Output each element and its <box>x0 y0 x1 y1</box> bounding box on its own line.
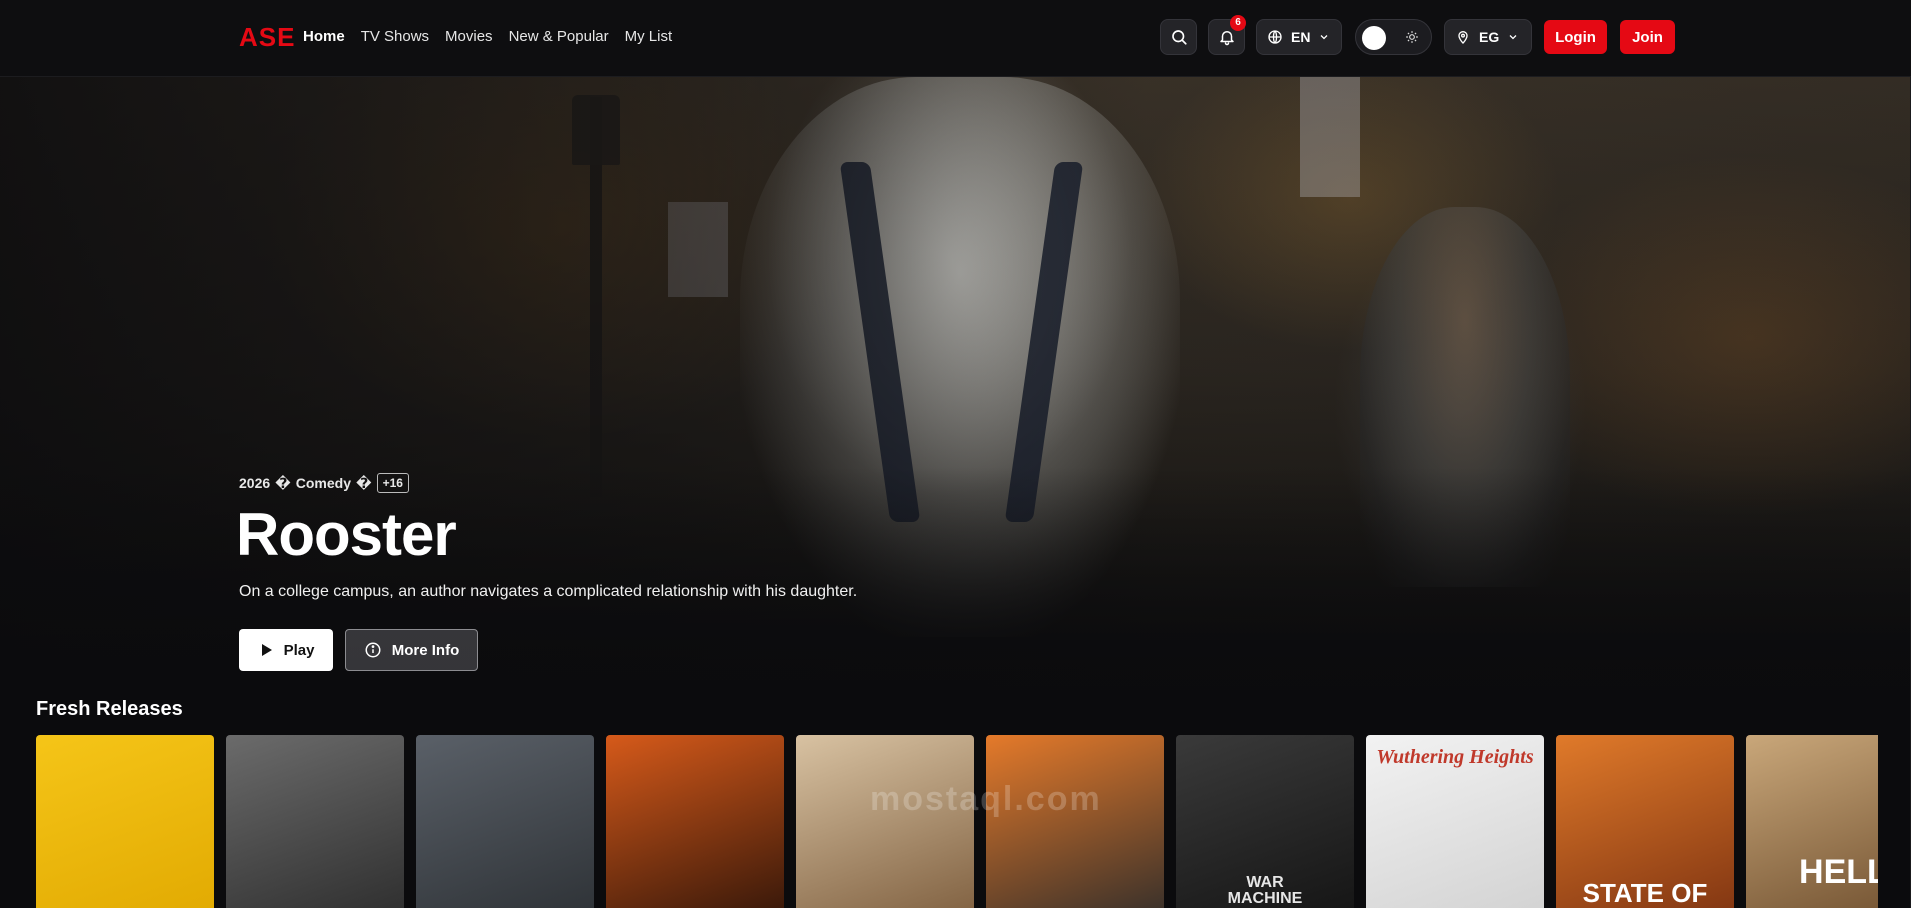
region-select[interactable]: EG <box>1444 19 1532 55</box>
notifications-button[interactable]: 6 <box>1208 15 1246 55</box>
play-icon <box>261 644 272 656</box>
search-button[interactable] <box>1160 19 1197 55</box>
poster-title: STATE OF <box>1582 878 1708 908</box>
movie-poster-card[interactable]: HELLFI <box>1746 735 1878 908</box>
hero-separator: � <box>275 474 291 491</box>
bell-icon <box>1219 31 1234 46</box>
globe-icon <box>1268 30 1282 44</box>
age-rating-badge: +16 <box>376 473 409 493</box>
chevron-down-icon <box>1321 35 1328 40</box>
movie-poster-card[interactable]: WAR MACHINE <box>1176 735 1354 908</box>
language-value: EN <box>1291 29 1311 45</box>
play-button-label: Play <box>283 641 315 659</box>
brand-logo[interactable]: ASE <box>239 21 295 53</box>
movie-poster-card[interactable] <box>416 735 594 908</box>
poster-title: HELLFI <box>1799 853 1878 891</box>
movie-poster-card[interactable] <box>796 735 974 908</box>
hero-title: Rooster <box>236 501 457 568</box>
watermark: mostaql.com <box>870 780 1102 818</box>
nav-link-movies[interactable]: Movies <box>445 26 493 48</box>
movie-poster-card[interactable] <box>36 735 214 908</box>
main-nav: Home TV Shows Movies New & Popular My Li… <box>303 26 688 48</box>
chevron-down-icon <box>1509 35 1517 40</box>
toggle-knob <box>1362 26 1386 50</box>
nav-link-tv-shows[interactable]: TV Shows <box>361 26 429 48</box>
nav-link-my-list[interactable]: My List <box>625 26 673 48</box>
theme-toggle[interactable] <box>1355 19 1432 55</box>
more-info-button-label: More Info <box>391 641 460 659</box>
movie-poster-card[interactable]: Wuthering Heights <box>1366 735 1544 908</box>
movie-poster-card[interactable]: STATE OF <box>1556 735 1734 908</box>
info-icon <box>365 642 381 658</box>
region-value: EG <box>1479 29 1500 45</box>
movie-poster-card[interactable] <box>606 735 784 908</box>
hero-year: 2026 <box>239 475 271 491</box>
movie-poster-card[interactable] <box>226 735 404 908</box>
play-button[interactable]: Play <box>239 629 333 671</box>
map-pin-icon <box>1458 31 1468 44</box>
join-button[interactable]: Join <box>1620 20 1675 54</box>
fresh-releases-row: WAR MACHINE Wuthering Heights STATE OF HELL… <box>36 735 1878 908</box>
top-navbar: ASE Home TV Shows Movies New & Popular M… <box>0 0 1911 77</box>
nav-link-new-popular[interactable]: New & Popular <box>509 26 609 48</box>
hero-separator: � <box>355 474 372 491</box>
language-select[interactable]: EN <box>1256 19 1342 55</box>
login-button[interactable]: Login <box>1544 20 1607 54</box>
sun-icon <box>1406 31 1418 43</box>
fresh-releases-title: Fresh Releases <box>36 698 183 720</box>
hero-meta: 2026 � Comedy � +16 <box>239 473 409 493</box>
nav-link-home[interactable]: Home <box>303 26 345 48</box>
more-info-button[interactable]: More Info <box>345 629 478 671</box>
search-icon <box>1171 30 1187 45</box>
hero-description: On a college campus, an author navigates… <box>239 583 858 600</box>
notification-count-badge: 6 <box>1230 15 1246 31</box>
poster-title: Wuthering Heights <box>1376 746 1534 768</box>
poster-title: WAR MACHINE <box>1227 874 1303 907</box>
hero-genre: Comedy <box>295 475 351 491</box>
movie-poster-card[interactable] <box>986 735 1164 908</box>
